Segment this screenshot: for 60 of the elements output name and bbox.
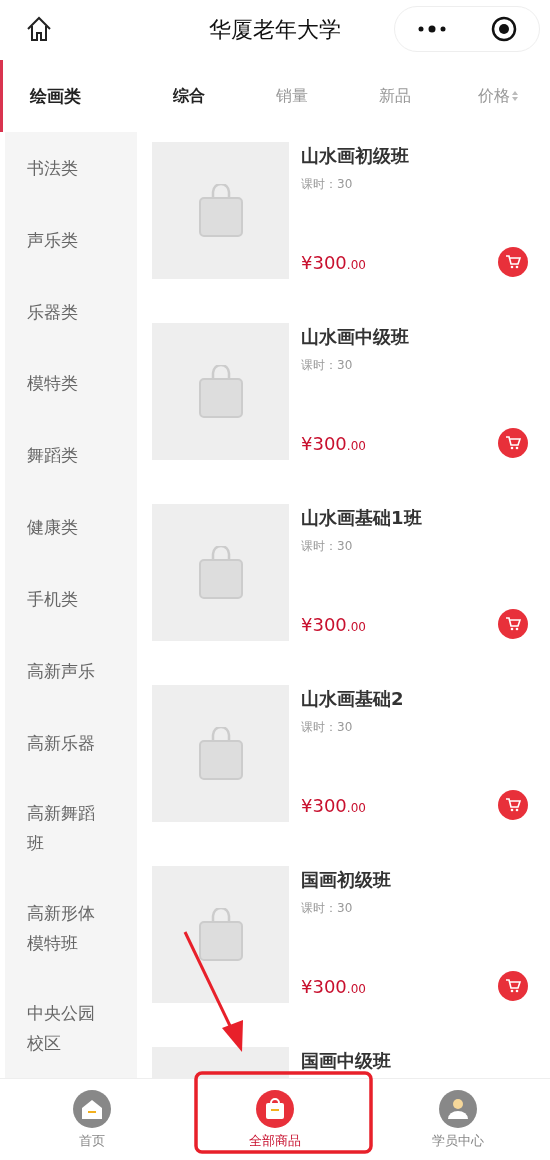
product-price: ¥300.00 [301,794,366,816]
cart-icon [505,798,521,812]
more-icon[interactable] [417,25,447,33]
product-hours: 课时：30 [301,900,354,917]
category-item[interactable]: 声乐类 [5,203,137,276]
sort-icon [512,91,519,101]
add-to-cart-button[interactable] [498,609,528,639]
bag-icon [197,907,244,962]
user-icon [439,1089,478,1128]
bag-icon [197,364,244,419]
cart-icon [505,436,521,450]
category-item[interactable]: 中央公园校区 [5,978,137,1078]
tab-bar-item[interactable]: 首页 [0,1079,184,1160]
category-item[interactable]: 高新声乐 [5,634,137,707]
tab-label: 首页 [78,1131,105,1150]
product-hours: 课时：30 [301,176,354,193]
product-price: ¥300.00 [301,975,366,997]
product-title: 国画中级班 [301,1049,392,1073]
sort-tab[interactable]: 销量 [275,85,308,107]
product-title: 山水画初级班 [301,144,410,168]
category-item[interactable]: 模特类 [5,347,137,420]
add-to-cart-button[interactable] [498,971,528,1001]
sort-tab[interactable]: 综合 [172,85,205,107]
add-to-cart-button[interactable] [498,428,528,458]
sort-tab[interactable]: 价格 [478,85,519,107]
product-price: ¥300.00 [301,432,366,454]
cart-icon [505,979,521,993]
add-to-cart-button[interactable] [498,790,528,820]
tab-label: 全部商品 [249,1131,301,1150]
product-title: 国画初级班 [301,868,392,892]
category-item[interactable]: 高新乐器 [5,706,137,779]
bag-icon [197,183,244,238]
product-title: 山水画基础2 [301,687,405,711]
bag-icon [197,545,244,600]
bag-icon [197,726,244,781]
close-icon[interactable] [491,16,517,42]
cart-icon [505,617,521,631]
product-price: ¥300.00 [301,251,366,273]
product-title: 山水画基础1班 [301,506,423,530]
add-to-cart-button[interactable] [498,247,528,277]
product-hours: 课时：30 [301,357,354,374]
category-item[interactable]: 舞蹈类 [5,419,137,492]
bag-icon [256,1089,294,1128]
category-item[interactable]: 乐器类 [5,275,137,348]
cart-icon [505,255,521,269]
tab-bar-item[interactable]: 学员中心 [366,1079,550,1160]
product-hours: 课时：30 [301,538,354,555]
category-item[interactable]: 手机类 [5,563,137,635]
window-title: 华厦老年大学 [209,16,341,44]
product-price: ¥300.00 [301,613,366,635]
tab-label: 学员中心 [432,1131,485,1150]
category-item[interactable]: 健康类 [5,491,137,563]
category-item[interactable]: 高新舞蹈班 [5,778,137,879]
product-hours: 课时：30 [301,719,354,736]
category-item[interactable]: 高新形体模特班 [5,878,137,979]
category-item[interactable]: 书法类 [5,131,137,204]
tab-bar-item[interactable]: 全部商品 [183,1079,367,1160]
home-icon [72,1089,111,1128]
product-title: 山水画中级班 [301,325,410,349]
sort-tab[interactable]: 新品 [379,85,412,107]
